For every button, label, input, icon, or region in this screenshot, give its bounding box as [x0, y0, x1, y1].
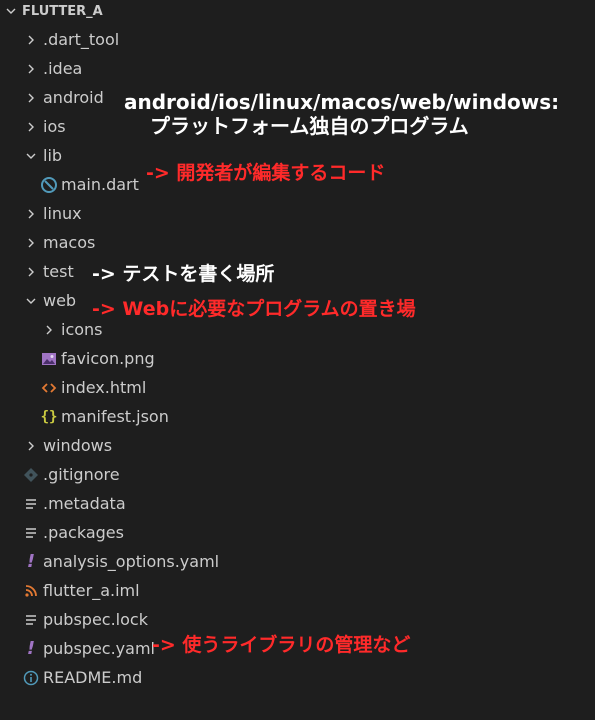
tree-item-packages[interactable]: .packages — [0, 518, 595, 547]
chevron-right-icon — [20, 59, 42, 79]
tree-item-label: test — [43, 262, 74, 281]
tree-item-label: .packages — [43, 523, 124, 542]
tree-item-test[interactable]: test — [0, 257, 595, 286]
chevron-down-icon — [0, 5, 22, 17]
explorer-root-header[interactable]: FLUTTER_A — [0, 0, 595, 22]
dart-file-icon — [38, 175, 60, 195]
tree-item-label: ios — [43, 117, 66, 136]
tree-item-label: macos — [43, 233, 96, 252]
tree-item-label: flutter_a.iml — [43, 581, 140, 600]
explorer-root-label: FLUTTER_A — [22, 3, 103, 19]
platform-annotation-line2: プラットフォーム独自のプログラム — [150, 114, 469, 138]
tree-item-windows[interactable]: windows — [0, 431, 595, 460]
chevron-right-icon — [20, 436, 42, 456]
tree-item-label: .idea — [43, 59, 83, 78]
chevron-right-icon — [38, 320, 60, 340]
text-file-icon — [20, 610, 42, 630]
tree-item-macos[interactable]: macos — [0, 228, 595, 257]
text-file-icon — [20, 494, 42, 514]
tree-item-index-html[interactable]: index.html — [0, 373, 595, 402]
info-icon — [20, 668, 42, 688]
chevron-right-icon — [20, 262, 42, 282]
tree-item-label: .dart_tool — [43, 30, 120, 49]
html-file-icon — [38, 378, 60, 398]
tree-item-label: favicon.png — [61, 349, 155, 368]
tree-item-readme-md[interactable]: README.md — [0, 663, 595, 692]
tree-item-label: index.html — [61, 378, 147, 397]
tree-item-idea[interactable]: .idea — [0, 54, 595, 83]
tree-item-label: pubspec.yaml — [43, 639, 155, 658]
tree-item-label: lib — [43, 146, 63, 165]
tree-item-label: .metadata — [43, 494, 126, 513]
tree-item-label: analysis_options.yaml — [43, 552, 220, 571]
chevron-right-icon — [20, 117, 42, 137]
chevron-right-icon — [20, 233, 42, 253]
web-annotation: -> Webに必要なプログラムの置き場 — [92, 298, 416, 320]
tree-item-label: icons — [61, 320, 103, 339]
tree-item-favicon-png[interactable]: favicon.png — [0, 344, 595, 373]
tree-item-label: linux — [43, 204, 82, 223]
tree-item-label: windows — [43, 436, 113, 455]
tree-item-flutter-a-iml[interactable]: flutter_a.iml — [0, 576, 595, 605]
chevron-down-icon — [20, 146, 42, 166]
image-file-icon — [38, 349, 60, 369]
chevron-down-icon — [20, 291, 42, 311]
tree-item-label: pubspec.lock — [43, 610, 148, 629]
tree-item-label: .gitignore — [43, 465, 120, 484]
git-file-icon — [20, 465, 42, 485]
tree-item-label: manifest.json — [61, 407, 169, 426]
tree-item-metadata[interactable]: .metadata — [0, 489, 595, 518]
test-annotation: -> テストを書く場所 — [92, 263, 275, 285]
tree-item-label: README.md — [43, 668, 143, 687]
tree-item-label: android — [43, 88, 104, 107]
text-file-icon — [20, 523, 42, 543]
tree-item-manifest-json[interactable]: {} manifest.json — [0, 402, 595, 431]
pubspec-annotation: -> 使うライブラリの管理など — [152, 634, 411, 656]
lib-annotation: -> 開発者が編集するコード — [146, 162, 386, 184]
yaml-file-icon: ! — [26, 551, 36, 572]
tree-item-gitignore[interactable]: .gitignore — [0, 460, 595, 489]
chevron-right-icon — [20, 204, 42, 224]
tree-item-label: web — [43, 291, 77, 310]
tree-item-analysis-options-yaml[interactable]: ! analysis_options.yaml — [0, 547, 595, 576]
tree-item-linux[interactable]: linux — [0, 199, 595, 228]
chevron-right-icon — [20, 88, 42, 108]
chevron-right-icon — [20, 30, 42, 50]
rss-file-icon — [20, 581, 42, 601]
yaml-file-icon: ! — [26, 638, 36, 659]
tree-item-label: main.dart — [61, 175, 139, 194]
platform-annotation-line1: android/ios/linux/macos/web/windows: — [124, 90, 560, 114]
tree-item-dart-tool[interactable]: .dart_tool — [0, 25, 595, 54]
json-file-icon: {} — [40, 408, 58, 425]
